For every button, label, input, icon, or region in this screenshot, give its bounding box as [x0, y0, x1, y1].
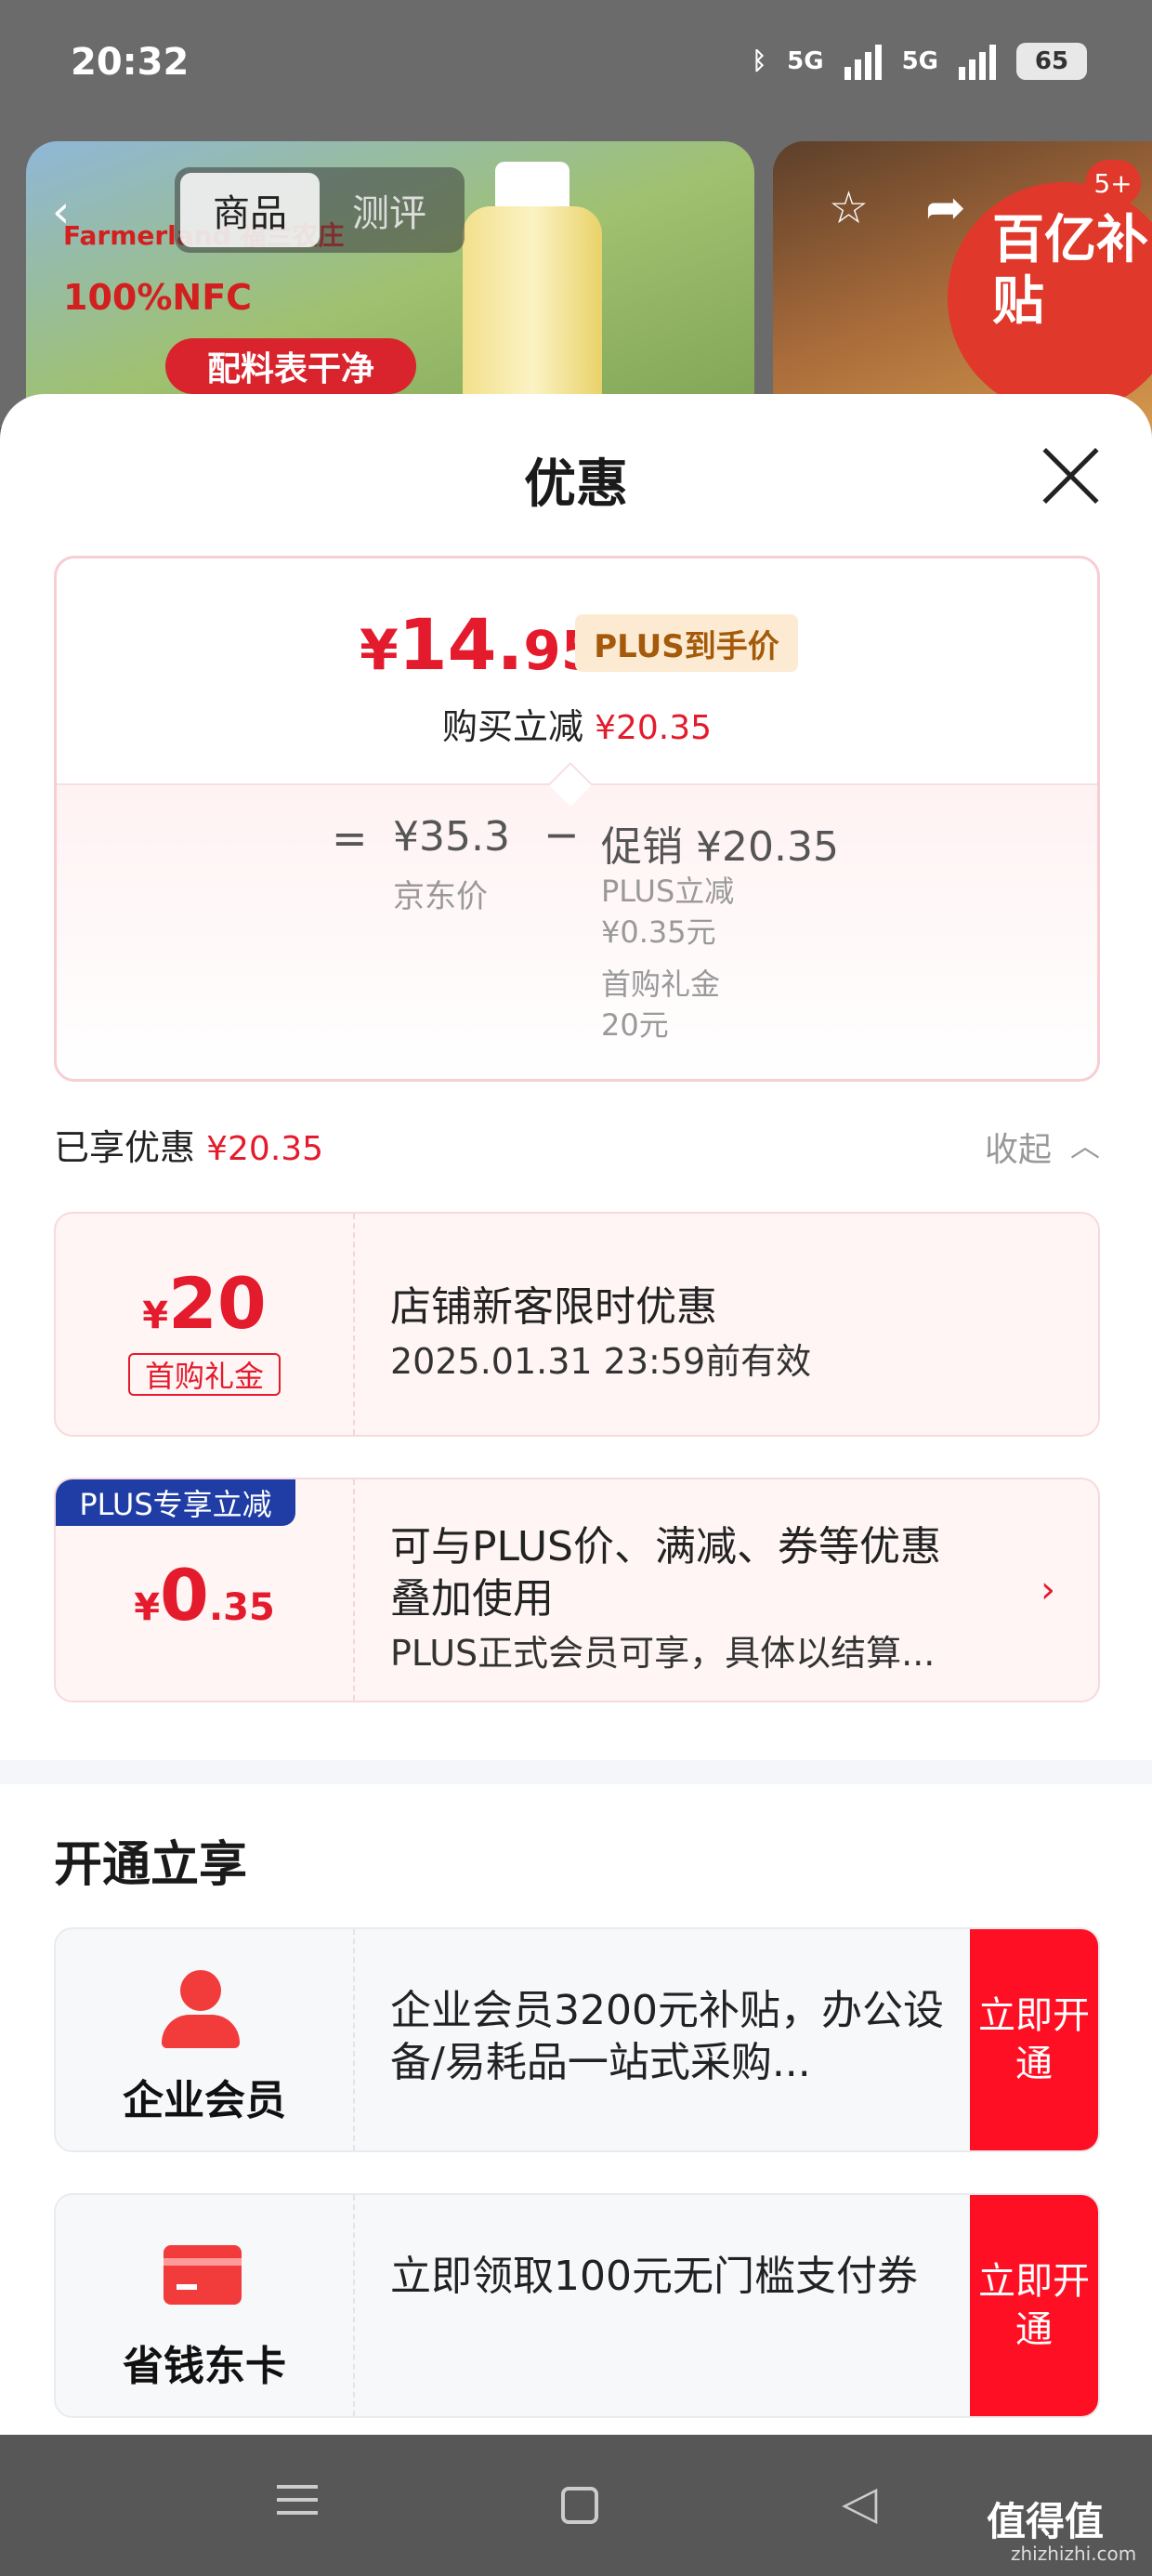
sheet-title: 优惠	[524, 454, 628, 515]
coupon-plus-reduce[interactable]: PLUS专享立减 ¥0.35 可与PLUS价、满减、券等优惠 叠加使用 PLUS…	[54, 1478, 1100, 1702]
coupon-currency: ¥	[142, 1295, 169, 1337]
battery-icon: 65	[1016, 43, 1087, 80]
coupon-value-dec: .35	[208, 1586, 275, 1629]
watermark-logo: 值得值	[987, 2499, 1105, 2544]
home-icon[interactable]	[561, 2487, 598, 2524]
coupon-title: 店铺新客限时优惠	[390, 1283, 717, 1331]
price-currency: ¥	[360, 618, 399, 683]
discount-sheet: 优惠 ¥ 14. 95 PLUS到手价 购买立减 ¥20.35 = ¥35.3 …	[0, 394, 1152, 2435]
close-icon[interactable]	[1037, 442, 1104, 509]
coupon-amount: ¥0.35	[56, 1554, 353, 1636]
tab-product[interactable]: 商品	[180, 173, 320, 247]
collapse-button[interactable]: 收起	[985, 1123, 1052, 1171]
coupon-divider	[353, 1214, 355, 1435]
offer-divider	[353, 1929, 355, 2150]
network-label-2: 5G	[901, 47, 938, 75]
buy-reduce-label: 购买立减	[441, 706, 583, 747]
chevron-up-icon[interactable]: ︿	[1070, 1123, 1100, 1165]
offer-name: 省钱东卡	[123, 2343, 286, 2390]
gift-label-badge: 首购礼金	[128, 1353, 281, 1396]
back-chevron-icon[interactable]: ‹	[52, 186, 70, 238]
jd-price-label: 京东价	[393, 878, 488, 915]
coupon-desc: PLUS正式会员可享，具体以结算...	[390, 1633, 936, 1674]
offer-desc: 企业会员3200元补贴，办公设备/易耗品一站式采购...	[390, 1987, 944, 2086]
offer-enterprise-member[interactable]: 企业会员 企业会员3200元补贴，办公设备/易耗品一站式采购... 立即开通	[54, 1927, 1100, 2152]
system-nav-bar: ◁	[0, 2435, 1152, 2576]
offer-saving-card[interactable]: 省钱东卡 立即领取100元无门槛支付券 立即开通	[54, 2193, 1100, 2418]
status-time: 20:32	[71, 41, 190, 84]
enjoyed-label: 已享优惠	[54, 1127, 196, 1168]
open-section-title: 开通立享	[54, 1837, 248, 1893]
promo-plus-label: PLUS立减	[601, 874, 735, 909]
plus-price-tag: PLUS到手价	[575, 614, 798, 672]
watermark-url: zhizhizhi.com	[1011, 2543, 1137, 2565]
coupon-value: 20	[168, 1262, 267, 1345]
promo-gift-value: 20元	[601, 1007, 669, 1043]
nfc-text: 100%NFC	[63, 277, 253, 318]
signal-icon-2	[959, 43, 996, 80]
section-separator	[0, 1760, 1152, 1784]
back-icon[interactable]: ◁	[842, 2476, 901, 2535]
equals-sign: =	[332, 813, 368, 863]
menu-icon[interactable]	[268, 2476, 327, 2535]
signal-icon	[844, 43, 882, 80]
open-now-button[interactable]: 立即开通	[970, 1929, 1098, 2150]
jd-price: ¥35.3	[393, 813, 510, 861]
buy-reduce-line: 购买立减 ¥20.35	[57, 698, 1097, 749]
bluetooth-icon: ᛒ	[752, 47, 767, 75]
open-now-button[interactable]: 立即开通	[970, 2195, 1098, 2416]
person-icon	[162, 1970, 240, 2048]
coupon-amount: ¥20	[56, 1262, 353, 1345]
minus-sign: −	[543, 809, 580, 860]
price-formula-area: = ¥35.3 京东价 − 促销 ¥20.35 PLUS立减 ¥0.35元 首购…	[57, 783, 1097, 1079]
coupon-divider	[353, 1479, 355, 1701]
status-icons: ᛒ 5G 5G 65	[753, 43, 1087, 80]
status-bar: 20:32 ᛒ 5G 5G 65	[0, 0, 1152, 130]
price-breakdown-card: ¥ 14. 95 PLUS到手价 购买立减 ¥20.35 = ¥35.3 京东价…	[54, 556, 1100, 1082]
plus-exclusive-badge: PLUS专享立减	[56, 1479, 295, 1526]
star-icon[interactable]: ☆	[829, 182, 869, 234]
share-icon[interactable]: ➦	[925, 180, 966, 236]
enjoyed-value: ¥20.35	[206, 1130, 324, 1168]
promo-gift-label: 首购礼金	[601, 966, 721, 1002]
final-price: ¥ 14. 95	[360, 603, 598, 686]
promo-plus-value: ¥0.35元	[601, 914, 716, 950]
coupon-title-line1: 可与PLUS价、满减、券等优惠	[390, 1523, 941, 1571]
coupon-value-int: 0	[160, 1554, 209, 1636]
ingredient-pill: 配料表干净	[165, 338, 416, 394]
network-label-1: 5G	[787, 47, 824, 75]
chevron-right-icon[interactable]: ›	[1041, 1569, 1055, 1611]
offer-name: 企业会员	[123, 2077, 286, 2124]
coupon-currency: ¥	[134, 1586, 161, 1629]
enjoyed-discount: 已享优惠 ¥20.35	[54, 1119, 323, 1170]
tab-review[interactable]: 测评	[320, 173, 459, 247]
count-badge: 5+	[1085, 160, 1141, 206]
coupon-first-purchase[interactable]: ¥20 首购礼金 店铺新客限时优惠 2025.01.31 23:59前有效	[54, 1212, 1100, 1437]
promo-total: 促销 ¥20.35	[601, 823, 839, 871]
offer-desc: 立即领取100元无门槛支付券	[390, 2253, 918, 2300]
buy-reduce-value: ¥20.35	[595, 709, 713, 747]
card-icon	[164, 2245, 242, 2305]
offer-divider	[353, 2195, 355, 2416]
price-integer: 14.	[398, 603, 524, 686]
product-tabs: 商品 测评	[175, 167, 465, 253]
coupon-validity: 2025.01.31 23:59前有效	[390, 1341, 812, 1382]
coupon-title-line2: 叠加使用	[390, 1575, 554, 1623]
